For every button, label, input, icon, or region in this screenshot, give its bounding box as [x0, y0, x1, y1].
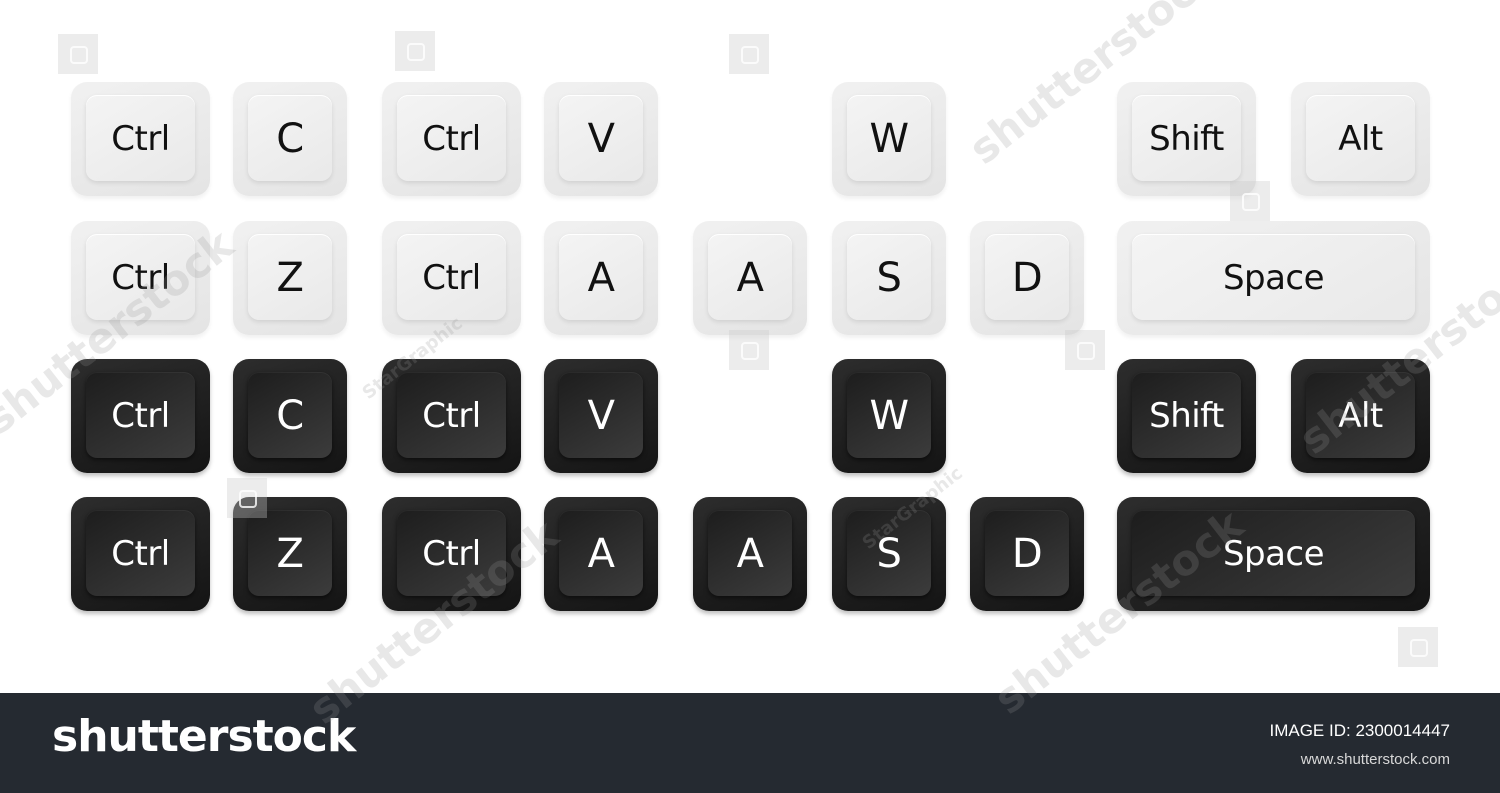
key-light-d: D	[970, 221, 1084, 335]
key-light-a: A	[693, 221, 807, 335]
key-dark-ctrl: Ctrl	[382, 497, 521, 611]
key-label: C	[276, 116, 304, 162]
key-light-z: Z	[233, 221, 347, 335]
key-label: Ctrl	[422, 119, 481, 159]
footer-logo: shutterstock	[52, 711, 356, 762]
watermark-square-icon	[1065, 330, 1105, 370]
key-light-s: S	[832, 221, 946, 335]
key-dark-ctrl: Ctrl	[382, 359, 521, 473]
key-light-space: Space	[1117, 221, 1430, 335]
key-label: A	[587, 531, 615, 577]
key-label: Ctrl	[111, 534, 170, 574]
key-label: Ctrl	[111, 258, 170, 298]
key-label: Ctrl	[422, 396, 481, 436]
key-label: Ctrl	[111, 396, 170, 436]
key-label: Z	[276, 255, 304, 301]
key-label: Alt	[1338, 119, 1383, 159]
image-id-label: IMAGE ID: 2300014447	[1269, 721, 1450, 740]
watermark-square-icon	[1230, 181, 1270, 221]
key-label: W	[869, 116, 909, 162]
key-light-v: V	[544, 82, 658, 196]
key-dark-space: Space	[1117, 497, 1430, 611]
key-dark-s: S	[832, 497, 946, 611]
key-label: Z	[276, 531, 304, 577]
keyboard-keys-illustration: Ctrl C Ctrl V W Shift Alt Ctrl Z Ctrl A	[0, 0, 1500, 734]
key-label: S	[876, 531, 902, 577]
key-label: D	[1011, 531, 1043, 577]
key-dark-c: C	[233, 359, 347, 473]
footer-bar: shutterstock IMAGE ID: 2300014447 www.sh…	[0, 693, 1500, 793]
key-label: V	[587, 393, 615, 439]
key-light-a: A	[544, 221, 658, 335]
key-dark-d: D	[970, 497, 1084, 611]
key-light-ctrl: Ctrl	[382, 221, 521, 335]
key-label: Alt	[1338, 396, 1383, 436]
key-dark-a: A	[693, 497, 807, 611]
watermark-square-icon	[227, 478, 267, 518]
watermark-square-icon	[729, 34, 769, 74]
key-light-ctrl: Ctrl	[382, 82, 521, 196]
footer-url: www.shutterstock.com	[1300, 751, 1450, 768]
key-label: D	[1011, 255, 1043, 301]
key-label: A	[736, 531, 764, 577]
key-dark-w: W	[832, 359, 946, 473]
key-light-ctrl: Ctrl	[71, 221, 210, 335]
key-dark-a: A	[544, 497, 658, 611]
key-light-alt: Alt	[1291, 82, 1430, 196]
key-label: C	[276, 393, 304, 439]
key-light-w: W	[832, 82, 946, 196]
key-light-shift: Shift	[1117, 82, 1256, 196]
watermark-square-icon	[729, 330, 769, 370]
key-dark-v: V	[544, 359, 658, 473]
key-label: Space	[1222, 534, 1325, 574]
key-dark-ctrl: Ctrl	[71, 497, 210, 611]
key-label: Shift	[1149, 119, 1224, 159]
key-dark-shift: Shift	[1117, 359, 1256, 473]
key-label: Space	[1222, 258, 1325, 298]
key-light-c: C	[233, 82, 347, 196]
key-label: Ctrl	[111, 119, 170, 159]
key-label: W	[869, 393, 909, 439]
watermark-square-icon	[395, 31, 435, 71]
key-light-ctrl: Ctrl	[71, 82, 210, 196]
key-label: A	[587, 255, 615, 301]
key-label: Shift	[1149, 396, 1224, 436]
watermark-square-icon	[1398, 627, 1438, 667]
key-label: A	[736, 255, 764, 301]
key-label: Ctrl	[422, 534, 481, 574]
key-label: V	[587, 116, 615, 162]
key-label: S	[876, 255, 902, 301]
key-dark-alt: Alt	[1291, 359, 1430, 473]
key-dark-ctrl: Ctrl	[71, 359, 210, 473]
key-label: Ctrl	[422, 258, 481, 298]
watermark-square-icon	[58, 34, 98, 74]
